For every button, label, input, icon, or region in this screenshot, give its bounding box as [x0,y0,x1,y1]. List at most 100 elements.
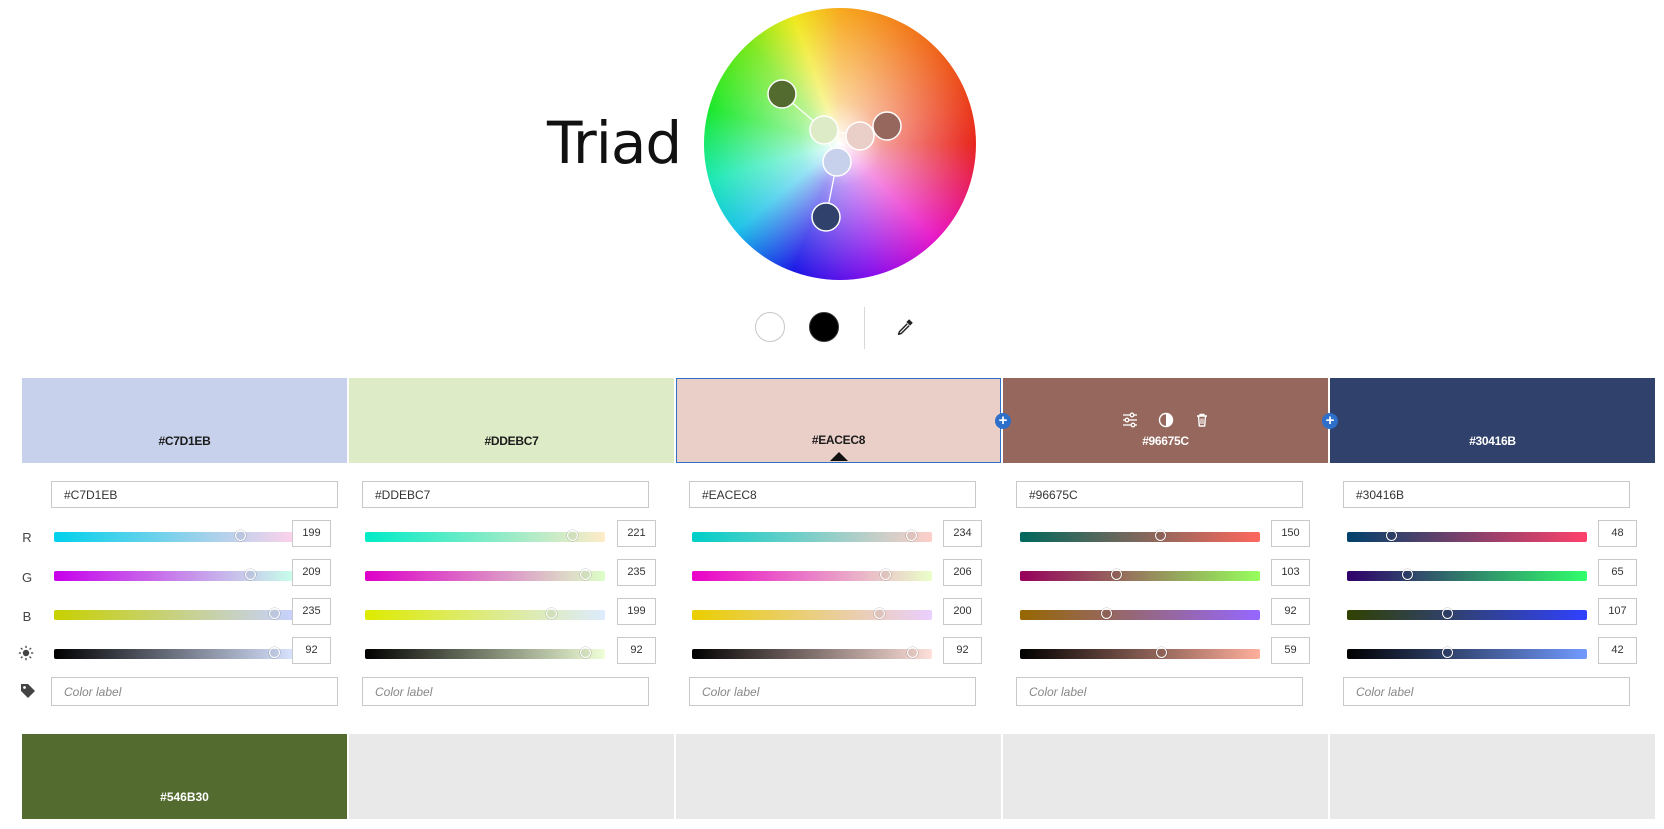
add-color-button[interactable]: + [1322,413,1338,429]
wheel-handle[interactable] [822,147,852,177]
blue-value-field[interactable]: 107 [1598,598,1637,625]
color-swatch[interactable]: #DDEBC7 [349,378,674,463]
hex-input[interactable] [362,481,649,508]
trash-icon[interactable] [1193,412,1211,428]
slider-thumb[interactable] [269,608,280,619]
slider-thumb[interactable] [1101,608,1112,619]
color-swatch[interactable]: #96675C [1003,378,1328,463]
slider-thumb[interactable] [546,608,557,619]
color-swatch[interactable]: #EACEC8 [676,378,1001,463]
sun-icon [18,645,34,661]
green-value-field[interactable]: 206 [943,559,982,586]
slider-thumb[interactable] [580,647,591,658]
sliders-icon[interactable] [1121,412,1139,428]
slider-thumb[interactable] [1156,647,1167,658]
red-value-field[interactable]: 234 [943,520,982,547]
eyedropper-icon[interactable] [894,316,916,338]
green-value-field[interactable]: 65 [1598,559,1637,586]
empty-swatch[interactable] [1003,734,1328,819]
empty-swatch[interactable] [676,734,1001,819]
wheel-handle[interactable] [811,202,841,232]
color-label-input[interactable] [362,677,649,706]
slider-thumb[interactable] [1155,530,1166,541]
red-value-field[interactable]: 48 [1598,520,1637,547]
wheel-handle[interactable] [809,115,839,145]
blue-value-field[interactable]: 199 [617,598,656,625]
slider-thumb[interactable] [1111,569,1122,580]
black-circle-icon[interactable] [809,312,839,342]
swatch-hex-label: #546B30 [160,790,209,804]
color-label-input[interactable] [1016,677,1303,706]
green-slider[interactable] [1020,569,1260,581]
blue-value-field[interactable]: 200 [943,598,982,625]
blue-slider[interactable] [54,608,294,620]
hex-input[interactable] [1343,481,1630,508]
blue-slider[interactable] [1020,608,1260,620]
brightness-value-field[interactable]: 59 [1271,637,1310,664]
green-value-field[interactable]: 235 [617,559,656,586]
slider-thumb[interactable] [567,530,578,541]
slider-thumb[interactable] [1402,569,1413,580]
green-slider[interactable] [54,569,294,581]
blue-value-field[interactable]: 92 [1271,598,1310,625]
slider-thumb[interactable] [1442,608,1453,619]
brightness-slider[interactable] [1347,647,1587,659]
blue-value-field[interactable]: 235 [292,598,331,625]
slider-thumb[interactable] [1442,647,1453,658]
color-label-input[interactable] [1343,677,1630,706]
slider-thumb[interactable] [906,530,917,541]
color-label-input[interactable] [689,677,976,706]
color-wheel-handles[interactable] [704,8,976,280]
color-wheel[interactable] [704,8,976,280]
slider-thumb[interactable] [907,647,918,658]
red-slider[interactable] [1347,530,1587,542]
selected-swatch-caret [829,452,848,461]
red-slider[interactable] [365,530,605,542]
wheel-handle[interactable] [767,79,797,109]
blue-slider[interactable] [692,608,932,620]
brightness-value-field[interactable]: 92 [292,637,331,664]
empty-swatch[interactable] [349,734,674,819]
slider-thumb[interactable] [880,569,891,580]
white-circle-icon[interactable] [755,312,785,342]
green-slider[interactable] [1347,569,1587,581]
slider-thumb[interactable] [245,569,256,580]
green-slider[interactable] [692,569,932,581]
color-swatch[interactable]: #C7D1EB [22,378,347,463]
wheel-handle[interactable] [872,111,902,141]
blue-slider[interactable] [365,608,605,620]
brightness-value-field[interactable]: 42 [1598,637,1637,664]
slider-thumb[interactable] [269,647,280,658]
green-value-field[interactable]: 209 [292,559,331,586]
red-slider[interactable] [692,530,932,542]
red-slider[interactable] [54,530,294,542]
empty-swatch[interactable] [1330,734,1655,819]
green-value-field[interactable]: 103 [1271,559,1310,586]
red-value-field[interactable]: 221 [617,520,656,547]
brightness-slider[interactable] [365,647,605,659]
color-label-input[interactable] [51,677,338,706]
add-color-button[interactable]: + [995,413,1011,429]
hex-input[interactable] [689,481,976,508]
brightness-value-field[interactable]: 92 [943,637,982,664]
color-swatch[interactable]: #30416B [1330,378,1655,463]
red-value-field[interactable]: 199 [292,520,331,547]
slider-thumb[interactable] [235,530,246,541]
brightness-slider[interactable] [1020,647,1260,659]
harmony-rule-title: Triad [547,109,682,177]
red-slider[interactable] [1020,530,1260,542]
hex-input[interactable] [1016,481,1303,508]
slider-thumb[interactable] [1386,530,1397,541]
wheel-handle[interactable] [845,121,875,151]
brightness-value-field[interactable]: 92 [617,637,656,664]
brightness-slider[interactable] [692,647,932,659]
green-slider[interactable] [365,569,605,581]
blue-slider[interactable] [1347,608,1587,620]
brightness-slider[interactable] [54,647,294,659]
red-value-field[interactable]: 150 [1271,520,1310,547]
hex-input[interactable] [51,481,338,508]
secondary-swatch[interactable]: #546B30 [22,734,347,819]
contrast-icon[interactable] [1157,412,1175,428]
slider-thumb[interactable] [580,569,591,580]
slider-thumb[interactable] [874,608,885,619]
